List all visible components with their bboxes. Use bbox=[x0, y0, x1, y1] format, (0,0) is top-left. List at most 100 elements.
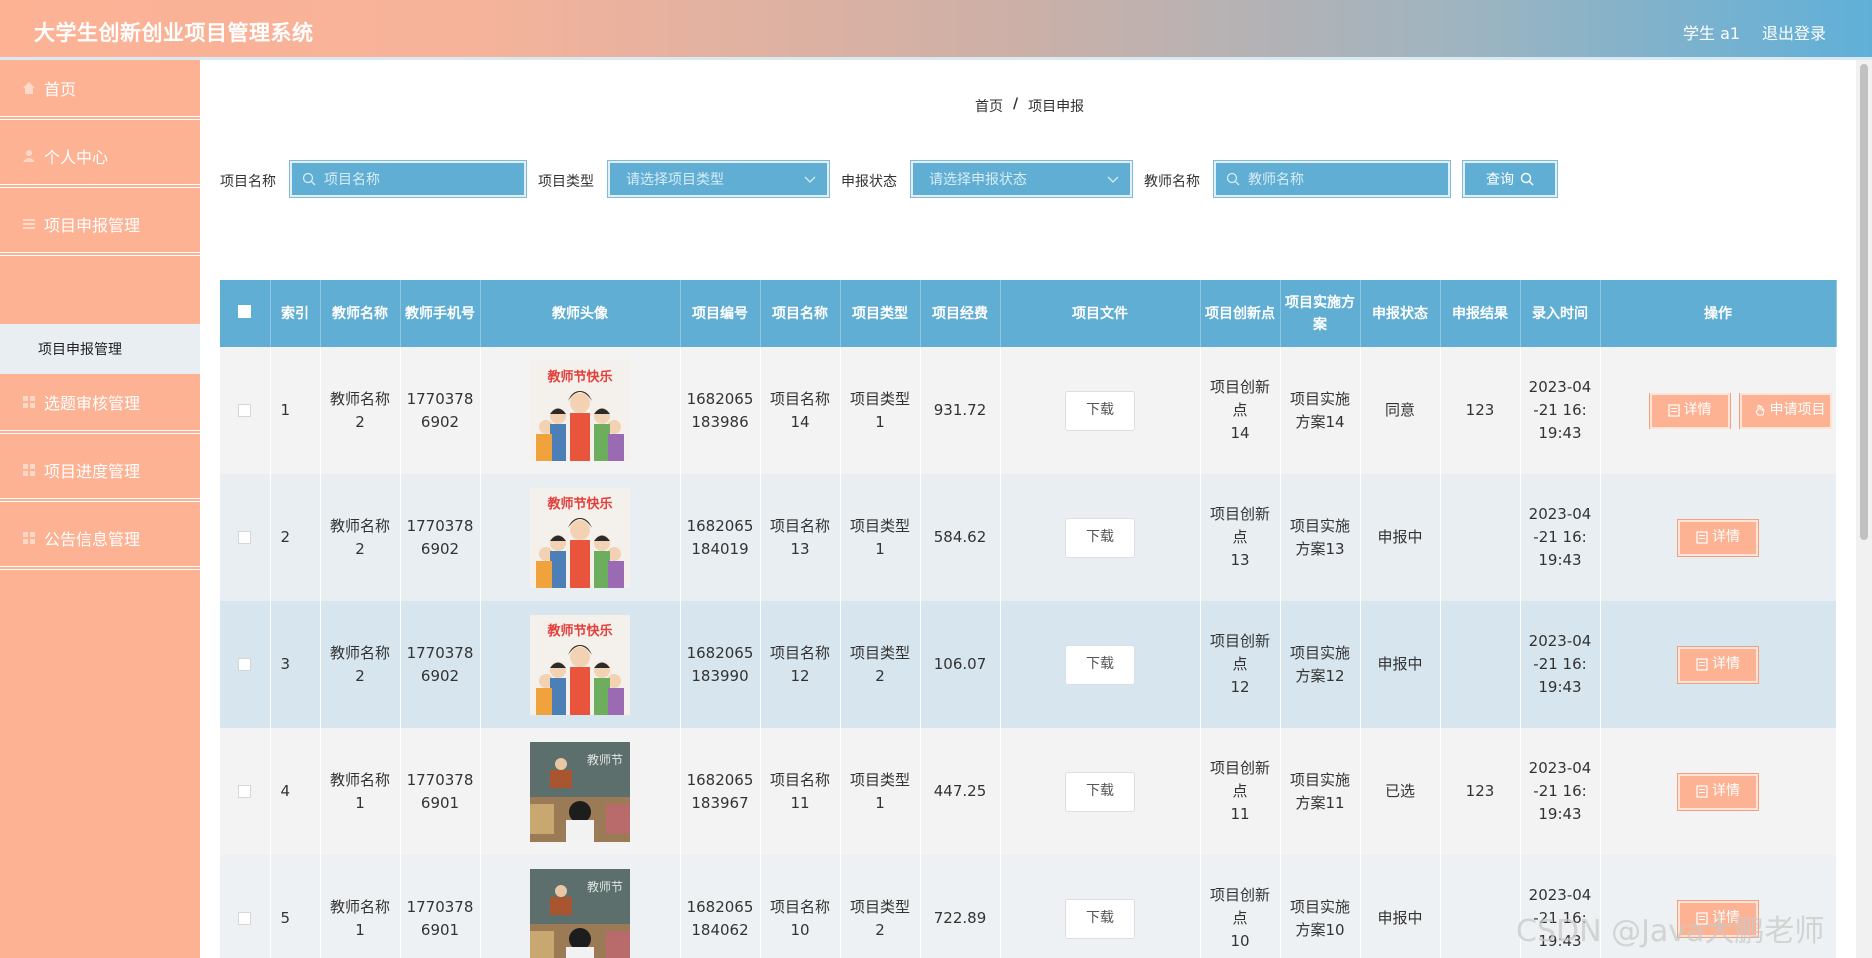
col-plan: 项目实施方案 bbox=[1280, 280, 1361, 347]
detail-button[interactable]: 详情 bbox=[1648, 392, 1731, 429]
project-type-select[interactable]: 请选择项目类型 bbox=[607, 160, 830, 198]
row-select-cell[interactable] bbox=[220, 347, 271, 474]
cell-project-type: 项目类型 2 bbox=[840, 855, 921, 958]
col-innovation: 项目创新点 bbox=[1200, 280, 1281, 347]
row-checkbox[interactable] bbox=[238, 658, 252, 671]
row-select-cell[interactable] bbox=[220, 855, 271, 958]
sidebar-item-profile[interactable]: 个人中心 bbox=[0, 128, 200, 188]
cell-funds: 722.89 bbox=[920, 855, 1001, 958]
download-button[interactable]: 下载 bbox=[1065, 771, 1135, 812]
home-icon bbox=[23, 82, 35, 94]
row-checkbox[interactable] bbox=[238, 531, 252, 544]
cell-funds: 584.62 bbox=[920, 474, 1001, 601]
cell-project-name: 项目名称 14 bbox=[760, 347, 841, 474]
cell-teacher-phone: 1770378 6901 bbox=[400, 728, 481, 855]
cell-time: 2023-04 -21 16: 19:43 bbox=[1520, 728, 1601, 855]
top-header: 大学生创新创业项目管理系统 学生 a1 退出登录 bbox=[0, 0, 1872, 60]
teacher-avatar-image: 教师节快乐 bbox=[530, 487, 630, 588]
teacher-name-input[interactable]: 教师名称 bbox=[1213, 160, 1451, 198]
cell-innovation: 项目创新点 12 bbox=[1200, 601, 1281, 728]
teacher-avatar-image: 教师节 bbox=[530, 868, 630, 958]
col-project-type: 项目类型 bbox=[840, 280, 921, 347]
download-button[interactable]: 下载 bbox=[1065, 898, 1135, 939]
cell-funds: 931.72 bbox=[920, 347, 1001, 474]
cell-innovation: 项目创新点 14 bbox=[1200, 347, 1281, 474]
chevron-down-icon bbox=[1107, 176, 1119, 183]
cell-innovation: 项目创新点 11 bbox=[1200, 728, 1281, 855]
user-icon bbox=[23, 150, 35, 162]
select-all-checkbox[interactable] bbox=[238, 304, 252, 318]
vertical-scrollbar[interactable] bbox=[1856, 60, 1872, 958]
col-file: 项目文件 bbox=[1000, 280, 1201, 347]
col-time: 录入时间 bbox=[1520, 280, 1601, 347]
sidebar-item-project-apply[interactable]: 项目申报管理 bbox=[0, 196, 200, 256]
project-name-label: 项目名称 bbox=[220, 174, 276, 190]
apply-project-button[interactable]: 申请项目 bbox=[1738, 392, 1832, 429]
row-checkbox[interactable] bbox=[238, 404, 252, 417]
cell-index: 5 bbox=[270, 855, 321, 958]
table-row: 3 教师名称 2 1770378 6902 教师节快乐 1682065 183990 项目名称 1… bbox=[220, 601, 1837, 728]
cell-status: 同意 bbox=[1360, 347, 1441, 474]
cell-project-type: 项目类型 1 bbox=[840, 347, 921, 474]
sidebar-item-topic-review[interactable]: 选题审核管理 bbox=[0, 374, 200, 434]
detail-button-label: 详情 bbox=[1712, 656, 1740, 672]
sidebar-item-progress[interactable]: 项目进度管理 bbox=[0, 442, 200, 502]
grid-icon bbox=[23, 464, 35, 476]
cell-teacher-name: 教师名称 2 bbox=[320, 474, 401, 601]
cell-time: 2023-04 -21 16: 19:43 bbox=[1520, 474, 1601, 601]
apply-status-select[interactable]: 请选择申报状态 bbox=[910, 160, 1133, 198]
row-checkbox[interactable] bbox=[238, 785, 252, 798]
row-select-cell[interactable] bbox=[220, 474, 271, 601]
col-index: 索引 bbox=[270, 280, 321, 347]
chevron-down-icon bbox=[804, 176, 816, 183]
cell-index: 4 bbox=[270, 728, 321, 855]
detail-button[interactable]: 详情 bbox=[1677, 518, 1759, 557]
select-all-cell[interactable] bbox=[220, 280, 271, 347]
avatar-caption: 教师节 bbox=[587, 879, 623, 894]
breadcrumb-current: 项目申报 bbox=[1028, 99, 1085, 115]
logout-link[interactable]: 退出登录 bbox=[1762, 20, 1826, 44]
cell-plan: 项目实施 方案11 bbox=[1280, 728, 1361, 855]
avatar-caption: 教师节快乐 bbox=[546, 623, 612, 639]
sidebar-item-home[interactable]: 首页 bbox=[0, 60, 200, 120]
cell-file: 下载 bbox=[1000, 601, 1201, 728]
cell-teacher-name: 教师名称 2 bbox=[320, 601, 401, 728]
cell-teacher-avatar: 教师节快乐 bbox=[480, 601, 681, 728]
search-icon bbox=[1226, 172, 1240, 186]
project-name-input[interactable]: 项目名称 bbox=[289, 160, 527, 198]
cell-teacher-avatar: 教师节 bbox=[480, 855, 681, 958]
sidebar-item-label: 项目申报管理 bbox=[44, 216, 141, 235]
breadcrumb-separator: / bbox=[1013, 96, 1019, 112]
hand-icon bbox=[1754, 405, 1765, 416]
cell-project-no: 1682065 183967 bbox=[680, 728, 761, 855]
row-select-cell[interactable] bbox=[220, 601, 271, 728]
col-funds: 项目经费 bbox=[920, 280, 1001, 347]
sidebar-item-notice[interactable]: 公告信息管理 bbox=[0, 510, 200, 570]
cell-status: 申报中 bbox=[1360, 601, 1441, 728]
cell-file: 下载 bbox=[1000, 728, 1201, 855]
row-checkbox[interactable] bbox=[238, 912, 252, 925]
cell-teacher-name: 教师名称 2 bbox=[320, 347, 401, 474]
sidebar: 首页 个人中心 项目申报管理 项目申报管理 选题审核管理 项目进度管理 公告信息… bbox=[0, 60, 200, 958]
row-select-cell[interactable] bbox=[220, 728, 271, 855]
cell-project-no: 1682065 184019 bbox=[680, 474, 761, 601]
download-button[interactable]: 下载 bbox=[1065, 390, 1135, 431]
list-icon bbox=[23, 219, 35, 229]
document-icon bbox=[1696, 658, 1708, 671]
teacher-avatar-image: 教师节快乐 bbox=[530, 614, 630, 715]
download-button[interactable]: 下载 bbox=[1065, 644, 1135, 685]
sidebar-item-label: 个人中心 bbox=[44, 148, 109, 167]
detail-button[interactable]: 详情 bbox=[1677, 645, 1759, 684]
cell-plan: 项目实施 方案12 bbox=[1280, 601, 1361, 728]
cell-project-no: 1682065 183986 bbox=[680, 347, 761, 474]
cell-teacher-name: 教师名称 1 bbox=[320, 728, 401, 855]
search-icon bbox=[302, 172, 316, 186]
detail-button[interactable]: 详情 bbox=[1677, 772, 1759, 811]
breadcrumb-home[interactable]: 首页 bbox=[975, 96, 1003, 116]
sidebar-item-label: 选题审核管理 bbox=[44, 394, 141, 413]
query-button[interactable]: 查询 bbox=[1462, 160, 1558, 198]
cell-teacher-phone: 1770378 6901 bbox=[400, 855, 481, 958]
download-button[interactable]: 下载 bbox=[1065, 517, 1135, 558]
sidebar-subitem-project-apply[interactable]: 项目申报管理 bbox=[0, 324, 200, 374]
scrollbar-thumb[interactable] bbox=[1860, 64, 1868, 540]
